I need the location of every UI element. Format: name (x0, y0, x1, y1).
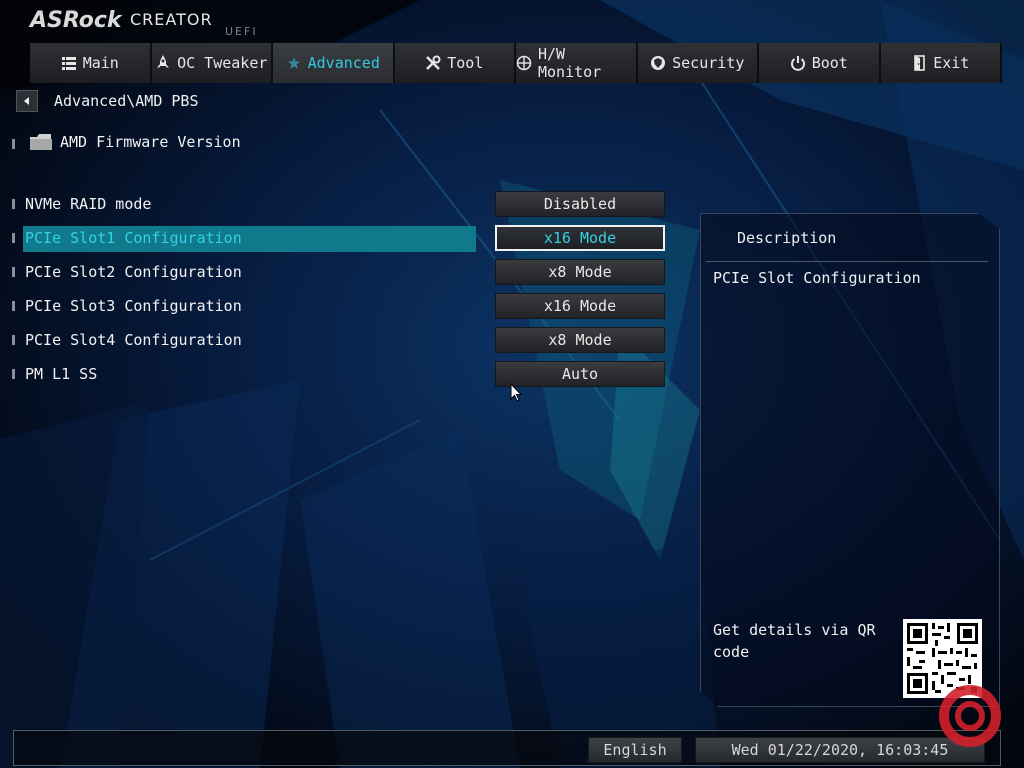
tab-label: Boot (811, 54, 848, 72)
setting-pm-l1-ss[interactable]: PM L1 SS (25, 361, 97, 387)
setting-nvme-raid-mode[interactable]: NVMe RAID mode (25, 191, 151, 217)
row-marker (12, 369, 15, 379)
tab-label: Exit (933, 54, 970, 72)
setting-pcie-slot4-configuration[interactable]: PCIe Slot4 Configuration (25, 327, 242, 353)
breadcrumb: Advanced\AMD PBS (16, 90, 199, 112)
setting-pcie-slot1-configuration[interactable]: PCIe Slot1 Configuration (25, 225, 242, 251)
folder-icon (30, 134, 52, 150)
pcie-slot2-configuration-value[interactable]: x8 Mode (495, 259, 665, 285)
tab-tool[interactable]: Tool (394, 43, 516, 83)
back-arrow-icon (24, 97, 29, 105)
tab-label: H/W Monitor (538, 45, 602, 81)
tab-label: Advanced (307, 54, 380, 72)
shield-icon (650, 55, 666, 71)
brand-name: ASRock (30, 8, 122, 33)
tab-label: Main (82, 54, 119, 72)
row-marker (12, 233, 15, 243)
mouse-cursor-icon (510, 383, 522, 402)
back-button[interactable] (16, 90, 38, 112)
tools-icon (425, 55, 441, 71)
product-name: CREATOR (130, 10, 213, 29)
tab-label: OC Tweaker (177, 54, 268, 72)
qr-caption: Get details via QR code (713, 621, 876, 661)
tab-hw-monitor[interactable]: H/W Monitor (516, 43, 638, 83)
rocket-icon (155, 55, 171, 71)
row-marker (12, 139, 15, 149)
description-text: PCIe Slot Configuration (713, 269, 921, 287)
tab-advanced[interactable]: Advanced (273, 43, 395, 83)
star-icon (286, 55, 302, 71)
pcie-slot4-configuration-value[interactable]: x8 Mode (495, 327, 665, 353)
tab-security[interactable]: Security (637, 43, 759, 83)
tab-label: Security (672, 54, 745, 72)
uefi-label: UEFI (225, 25, 258, 38)
tab-oc-tweaker[interactable]: OC Tweaker (151, 43, 273, 83)
breadcrumb-path: Advanced\AMD PBS (54, 92, 199, 110)
watermark-logo-icon (939, 685, 1001, 747)
exit-icon (911, 55, 927, 71)
description-divider (706, 261, 988, 262)
pcie-slot1-configuration-value[interactable]: x16 Mode (495, 225, 665, 251)
tab-label: Tool (447, 54, 484, 72)
monitor-icon (516, 55, 532, 71)
row-marker (12, 199, 15, 209)
description-title: Description (737, 229, 837, 247)
row-marker (12, 335, 15, 345)
row-marker (12, 267, 15, 277)
main-tab-bar: Main OC Tweaker Advanced Tool H/W Monito… (30, 43, 1002, 83)
firmware-version-item[interactable]: AMD Firmware Version (30, 130, 241, 154)
language-button[interactable]: English (588, 737, 682, 763)
setting-pcie-slot3-configuration[interactable]: PCIe Slot3 Configuration (25, 293, 242, 319)
pcie-slot3-configuration-value[interactable]: x16 Mode (495, 293, 665, 319)
setting-pcie-slot2-configuration[interactable]: PCIe Slot2 Configuration (25, 259, 242, 285)
firmware-version-label: AMD Firmware Version (60, 133, 241, 151)
power-icon (790, 55, 806, 71)
tab-exit[interactable]: Exit (880, 43, 1002, 83)
row-marker (12, 301, 15, 311)
nvme-raid-mode-value[interactable]: Disabled (495, 191, 665, 217)
tab-main[interactable]: Main (30, 43, 152, 83)
tab-boot[interactable]: Boot (759, 43, 881, 83)
list-icon (61, 55, 77, 71)
